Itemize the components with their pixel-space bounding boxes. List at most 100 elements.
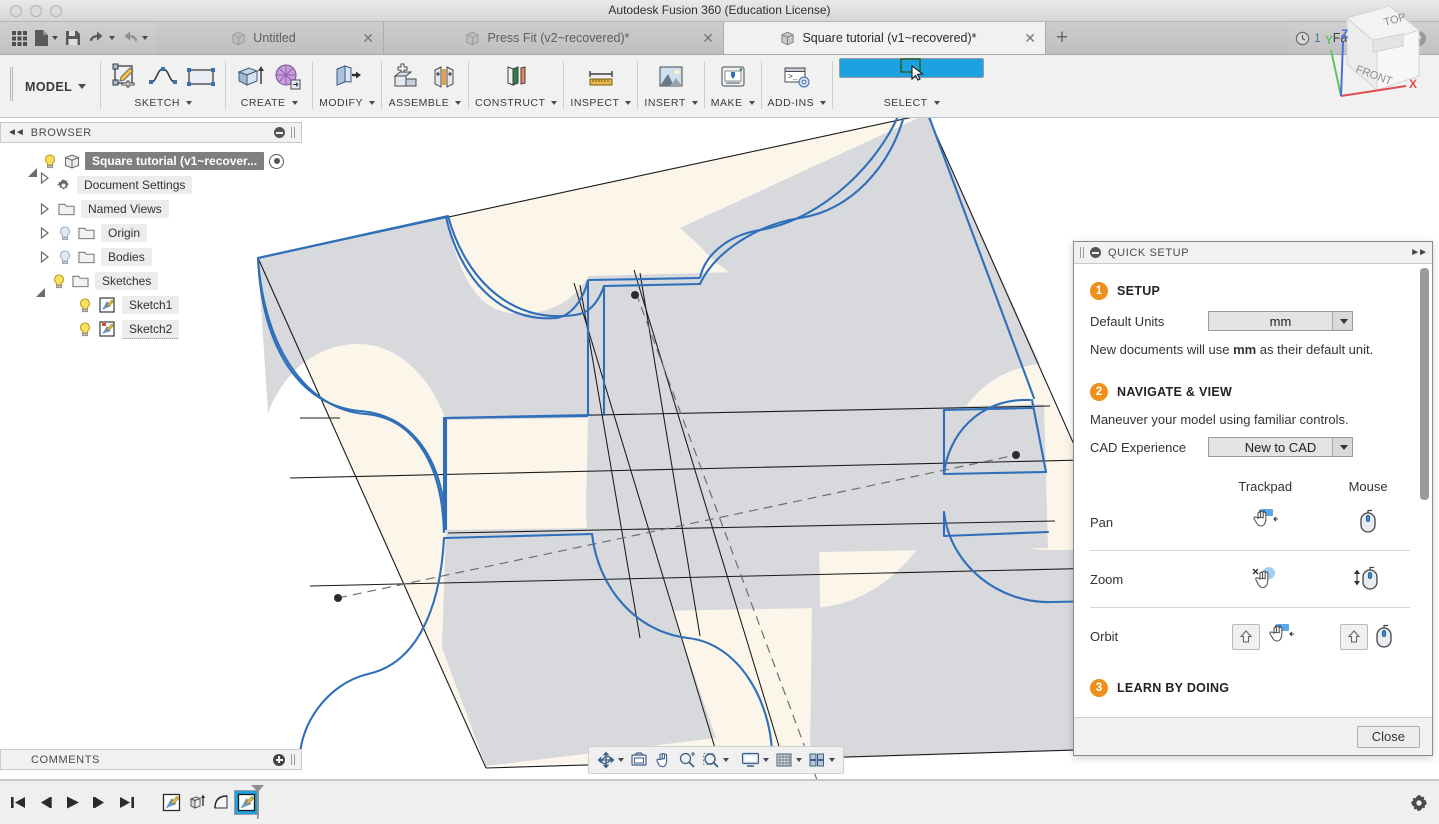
collapse-triangle-icon[interactable] bbox=[40, 203, 50, 215]
scrollbar-thumb[interactable] bbox=[1420, 268, 1429, 500]
rectangle-icon[interactable] bbox=[183, 58, 219, 96]
tree-item-sketch1[interactable]: Sketch1 bbox=[0, 293, 302, 317]
tree-item-root[interactable]: Square tutorial (v1~recover... bbox=[0, 149, 302, 173]
display-dropdown-icon[interactable] bbox=[763, 758, 769, 762]
collapse-left-icon[interactable]: ◄◄ bbox=[7, 127, 23, 138]
fillet-feature-icon[interactable] bbox=[209, 790, 234, 815]
press-pull-icon[interactable] bbox=[329, 58, 365, 96]
new-component-icon[interactable] bbox=[388, 58, 424, 96]
ribbon-group-label-inspect[interactable]: INSPECT bbox=[570, 97, 631, 109]
viewports-icon[interactable] bbox=[806, 748, 837, 772]
tree-item-bodies[interactable]: Bodies bbox=[0, 245, 302, 269]
sketch1-feature-icon[interactable] bbox=[159, 790, 184, 815]
job-status-button[interactable]: 1 bbox=[1295, 31, 1321, 46]
create-sketch-icon[interactable] bbox=[107, 58, 143, 96]
light-bulb-icon[interactable] bbox=[78, 298, 93, 313]
cad-experience-select[interactable]: New to CAD bbox=[1208, 437, 1353, 457]
tab-untitled[interactable]: Untitled ✕ bbox=[156, 22, 384, 54]
joint-icon[interactable] bbox=[426, 58, 462, 96]
chevron-down-icon[interactable] bbox=[1332, 438, 1352, 456]
tree-item-named-views[interactable]: Named Views bbox=[0, 197, 302, 221]
grid-snaps-icon[interactable] bbox=[773, 748, 804, 772]
tab-close-button[interactable]: ✕ bbox=[702, 31, 714, 45]
play-icon[interactable] bbox=[64, 795, 81, 810]
new-document-icon[interactable] bbox=[32, 25, 60, 51]
collapse-triangle-icon[interactable] bbox=[40, 251, 50, 263]
step-forward-icon[interactable] bbox=[91, 795, 108, 810]
offset-plane-icon[interactable] bbox=[498, 58, 534, 96]
expand-triangle-icon[interactable] bbox=[28, 154, 37, 168]
ribbon-group-label-assemble[interactable]: ASSEMBLE bbox=[389, 97, 462, 109]
close-button[interactable]: Close bbox=[1357, 726, 1420, 748]
chevron-down-icon[interactable] bbox=[1332, 312, 1352, 330]
tree-item-document-settings[interactable]: Document Settings bbox=[0, 173, 302, 197]
orbit-dropdown-icon[interactable] bbox=[618, 758, 624, 762]
display-settings-icon[interactable] bbox=[739, 748, 771, 772]
ribbon-group-label-modify[interactable]: MODIFY bbox=[319, 97, 375, 109]
ribbon-group-label-make[interactable]: MAKE bbox=[711, 97, 755, 109]
ribbon-grip[interactable] bbox=[10, 67, 13, 101]
tab-close-button[interactable]: ✕ bbox=[362, 31, 374, 45]
redo-icon[interactable] bbox=[119, 25, 150, 51]
save-icon[interactable] bbox=[62, 25, 84, 51]
minimize-icon[interactable] bbox=[1090, 247, 1101, 258]
light-bulb-icon[interactable] bbox=[43, 154, 58, 169]
new-tab-button[interactable]: + bbox=[1046, 22, 1078, 54]
scripts-addins-icon[interactable]: >_ bbox=[779, 58, 815, 96]
extrude-icon[interactable] bbox=[232, 58, 268, 96]
add-comment-icon[interactable] bbox=[273, 754, 285, 766]
undo-dropdown-icon[interactable] bbox=[109, 36, 115, 40]
undo-icon[interactable] bbox=[86, 25, 117, 51]
step-back-icon[interactable] bbox=[37, 795, 54, 810]
activate-component-radio[interactable] bbox=[269, 154, 284, 169]
fit-icon[interactable] bbox=[700, 748, 731, 772]
insert-image-icon[interactable] bbox=[653, 58, 689, 96]
gear-icon[interactable] bbox=[1409, 793, 1429, 813]
expand-right-icon[interactable]: ►► bbox=[1410, 247, 1426, 258]
workspace-selector[interactable]: MODEL bbox=[21, 55, 100, 118]
help-icon[interactable]: ? bbox=[1410, 30, 1427, 47]
form-icon[interactable] bbox=[270, 58, 306, 96]
tree-item-sketches[interactable]: Sketches bbox=[0, 269, 302, 293]
extrude-feature-icon[interactable] bbox=[184, 790, 209, 815]
orbit-icon[interactable] bbox=[595, 748, 626, 772]
grid-dropdown-icon[interactable] bbox=[796, 758, 802, 762]
measure-icon[interactable] bbox=[583, 58, 619, 96]
ribbon-group-label-construct[interactable]: CONSTRUCT bbox=[475, 97, 557, 109]
light-bulb-icon[interactable] bbox=[52, 274, 67, 289]
ribbon-group-label-select[interactable]: SELECT bbox=[884, 97, 940, 109]
ribbon-group-label-insert[interactable]: INSERT bbox=[644, 97, 697, 109]
grid-apps-icon[interactable] bbox=[8, 25, 30, 51]
fit-dropdown-icon[interactable] bbox=[723, 758, 729, 762]
new-document-dropdown-icon[interactable] bbox=[52, 36, 58, 40]
zoom-icon[interactable] bbox=[676, 748, 698, 772]
tab-close-button[interactable]: ✕ bbox=[1024, 31, 1036, 45]
spline-icon[interactable] bbox=[145, 58, 181, 96]
expand-triangle-icon[interactable] bbox=[36, 274, 45, 288]
light-bulb-icon[interactable] bbox=[78, 322, 93, 337]
select-icon[interactable] bbox=[839, 58, 984, 78]
tree-item-origin[interactable]: Origin bbox=[0, 221, 302, 245]
light-bulb-icon[interactable] bbox=[58, 250, 73, 265]
user-name[interactable]: Fadi Kidess bbox=[1333, 31, 1398, 45]
pan-icon[interactable] bbox=[652, 748, 674, 772]
tab-square-tutorial[interactable]: Square tutorial (v1~recovered)* ✕ bbox=[724, 22, 1046, 54]
ribbon-group-label-sketch[interactable]: SKETCH bbox=[134, 97, 192, 109]
panel-resize-grip[interactable] bbox=[1080, 247, 1084, 258]
minimize-icon[interactable] bbox=[274, 127, 285, 138]
light-bulb-icon[interactable] bbox=[58, 226, 73, 241]
collapse-triangle-icon[interactable] bbox=[40, 227, 50, 239]
panel-resize-grip[interactable] bbox=[291, 127, 295, 138]
3d-print-icon[interactable] bbox=[715, 58, 751, 96]
ribbon-group-label-create[interactable]: CREATE bbox=[241, 97, 298, 109]
tree-item-sketch2[interactable]: Sketch2 bbox=[0, 317, 302, 341]
tab-press-fit[interactable]: Press Fit (v2~recovered)* ✕ bbox=[384, 22, 724, 54]
default-units-select[interactable]: mm bbox=[1208, 311, 1353, 331]
collapse-triangle-icon[interactable] bbox=[40, 178, 48, 192]
look-at-icon[interactable] bbox=[628, 748, 650, 772]
redo-dropdown-icon[interactable] bbox=[142, 36, 148, 40]
panel-resize-grip[interactable] bbox=[291, 754, 295, 765]
viewports-dropdown-icon[interactable] bbox=[829, 758, 835, 762]
quick-setup-scrollbar[interactable] bbox=[1420, 268, 1429, 713]
go-to-end-icon[interactable] bbox=[118, 795, 135, 810]
